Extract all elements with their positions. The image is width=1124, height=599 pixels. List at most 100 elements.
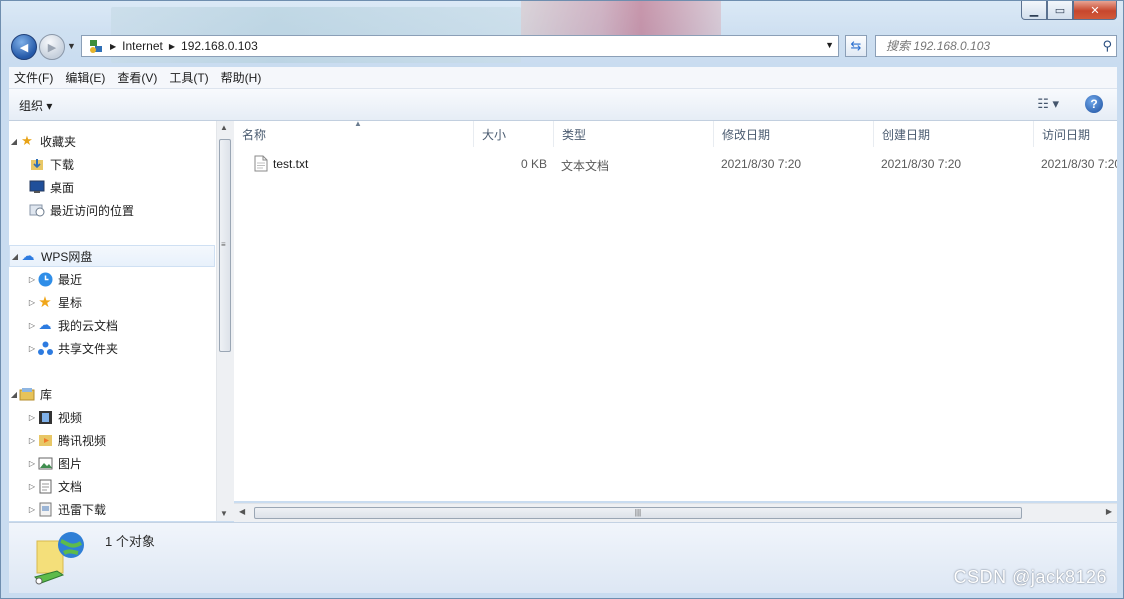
- collapse-arrow-icon[interactable]: ▷: [27, 275, 37, 284]
- column-created[interactable]: 创建日期: [874, 121, 1034, 147]
- table-row[interactable]: test.txt 0 KB 文本文档 2021/8/30 7:20 2021/8…: [234, 153, 1117, 175]
- address-bar[interactable]: ▶ Internet ▶ 192.168.0.103 ▼: [81, 35, 839, 57]
- forward-button[interactable]: ▶: [39, 34, 65, 60]
- address-chevron-icon[interactable]: ▶: [169, 42, 175, 51]
- nav-wps-shared[interactable]: ▷ 共享文件夹: [27, 337, 118, 359]
- recent-places-icon: [29, 202, 45, 218]
- back-button[interactable]: ◀: [11, 34, 37, 60]
- address-root-chevron-icon[interactable]: ▶: [110, 42, 116, 51]
- expand-arrow-icon[interactable]: ◢: [10, 252, 20, 261]
- collapse-arrow-icon[interactable]: ▷: [27, 436, 37, 445]
- scroll-right-icon[interactable]: ▶: [1106, 507, 1112, 516]
- nav-desktop-label: 桌面: [50, 180, 75, 195]
- nav-lib-xunlei[interactable]: ▷ 迅雷下载: [27, 498, 106, 520]
- menu-bar: 文件(F) 编辑(E) 查看(V) 工具(T) 帮助(H): [9, 67, 1117, 89]
- file-list-scroll-thumb[interactable]: |||: [254, 507, 1022, 519]
- nav-lib-xunlei-label: 迅雷下载: [58, 502, 107, 517]
- close-button[interactable]: ✕: [1073, 1, 1117, 20]
- help-button[interactable]: ?: [1085, 95, 1103, 113]
- scroll-left-icon[interactable]: ◀: [239, 507, 245, 516]
- minimize-icon: ▁: [1029, 4, 1039, 17]
- navigation-scrollbar[interactable]: ▲ ≡ ▼: [216, 121, 234, 521]
- nav-wps-starred-label: 星标: [58, 295, 83, 310]
- menu-edit[interactable]: 编辑(E): [60, 69, 110, 86]
- menu-tools[interactable]: 工具(T): [164, 69, 213, 86]
- window-controls: ▁ ▭ ✕: [1021, 1, 1117, 20]
- nav-favorites[interactable]: ◢ ★ 收藏夹: [9, 130, 76, 152]
- text-file-icon: [254, 155, 268, 175]
- column-modified-label: 修改日期: [722, 127, 771, 142]
- column-name[interactable]: 名称 ▲: [234, 121, 474, 147]
- grip-icon: ≡: [221, 240, 226, 249]
- nav-downloads-label: 下载: [50, 157, 75, 172]
- nav-lib-documents[interactable]: ▷ 文档: [27, 475, 82, 497]
- column-modified[interactable]: 修改日期: [714, 121, 874, 147]
- address-segment-host[interactable]: 192.168.0.103: [181, 39, 258, 53]
- maximize-icon: ▭: [1054, 4, 1066, 17]
- scroll-up-icon[interactable]: ▲: [220, 123, 228, 132]
- column-accessed[interactable]: 访问日期: [1034, 121, 1117, 147]
- nav-wps-recent[interactable]: ▷ 最近: [27, 268, 82, 290]
- collapse-arrow-icon[interactable]: ▷: [27, 482, 37, 491]
- nav-wps-my-docs[interactable]: ▷ ☁ 我的云文档: [27, 314, 118, 336]
- nav-downloads[interactable]: 下载: [29, 153, 74, 175]
- refresh-button[interactable]: ⇆: [845, 35, 867, 57]
- search-icon[interactable]: ⚲: [1102, 38, 1112, 54]
- menu-file[interactable]: 文件(F): [9, 69, 58, 86]
- collapse-arrow-icon[interactable]: ▷: [27, 459, 37, 468]
- nav-lib-videos-label: 视频: [58, 410, 83, 425]
- collapse-arrow-icon[interactable]: ▷: [27, 505, 37, 514]
- share-icon: [37, 340, 53, 356]
- file-accessed: 2021/8/30 7:20: [1041, 157, 1117, 171]
- minimize-button[interactable]: ▁: [1021, 1, 1047, 20]
- menu-help[interactable]: 帮助(H): [216, 69, 267, 86]
- nav-libraries[interactable]: ◢ 库: [9, 383, 52, 405]
- tencent-video-icon: [37, 432, 53, 448]
- maximize-button[interactable]: ▭: [1047, 1, 1073, 20]
- downloads-folder-icon: [29, 156, 45, 172]
- watermark: CSDN @jack8126: [953, 567, 1107, 587]
- column-type[interactable]: 类型: [554, 121, 714, 147]
- navigation-scroll-thumb[interactable]: ≡: [219, 139, 231, 352]
- search-input[interactable]: [884, 38, 1098, 54]
- collapse-arrow-icon[interactable]: ▷: [27, 413, 37, 422]
- nav-lib-tencent-video[interactable]: ▷ 腾讯视频: [27, 429, 106, 451]
- organize-button[interactable]: 组织 ▾: [19, 97, 52, 114]
- nav-wps-starred[interactable]: ▷ ★ 星标: [27, 291, 82, 313]
- collapse-arrow-icon[interactable]: ▷: [27, 321, 37, 330]
- file-name[interactable]: test.txt: [273, 157, 308, 171]
- search-box[interactable]: ⚲: [875, 35, 1117, 57]
- expand-arrow-icon[interactable]: ◢: [9, 390, 19, 399]
- clock-icon: [37, 271, 53, 287]
- scroll-down-icon[interactable]: ▼: [220, 509, 228, 518]
- file-list-scrollbar[interactable]: ◀ ||| ▶: [234, 503, 1117, 522]
- network-icon: [88, 38, 104, 54]
- column-size[interactable]: 大小: [474, 121, 554, 147]
- file-modified: 2021/8/30 7:20: [721, 157, 802, 171]
- nav-recent-places[interactable]: 最近访问的位置: [29, 199, 134, 221]
- grip-icon: |||: [634, 508, 642, 517]
- nav-lib-videos[interactable]: ▷ 视频: [27, 406, 82, 428]
- explorer-window: ▁ ▭ ✕ ◀ ▶ ▼ ▶ Internet ▶ 192.168.0.103 ▼…: [0, 0, 1124, 599]
- nav-favorites-label: 收藏夹: [40, 134, 77, 149]
- nav-wps-shared-label: 共享文件夹: [58, 341, 119, 356]
- collapse-arrow-icon[interactable]: ▷: [27, 344, 37, 353]
- nav-lib-pictures[interactable]: ▷ 图片: [27, 452, 82, 474]
- menu-view[interactable]: 查看(V): [112, 69, 162, 86]
- nav-wps-recent-label: 最近: [58, 272, 83, 287]
- expand-arrow-icon[interactable]: ◢: [9, 137, 19, 146]
- collapse-arrow-icon[interactable]: ▷: [27, 298, 37, 307]
- address-segment-internet[interactable]: Internet: [122, 39, 163, 53]
- nav-desktop[interactable]: 桌面: [29, 176, 74, 198]
- address-dropdown-icon[interactable]: ▼: [825, 40, 834, 50]
- change-view-button[interactable]: ☷ ▾: [1037, 96, 1059, 112]
- cloud-icon: ☁: [21, 248, 35, 263]
- nav-recent-places-label: 最近访问的位置: [50, 203, 135, 218]
- star-icon: ★: [38, 294, 52, 311]
- nav-wps-drive[interactable]: ◢ ☁ WPS网盘: [9, 245, 215, 267]
- file-type: 文本文档: [561, 159, 610, 173]
- file-created: 2021/8/30 7:20: [881, 157, 962, 171]
- cloud-icon: ☁: [38, 317, 52, 332]
- xunlei-download-icon: [37, 501, 53, 517]
- history-dropdown-icon[interactable]: ▼: [67, 41, 76, 51]
